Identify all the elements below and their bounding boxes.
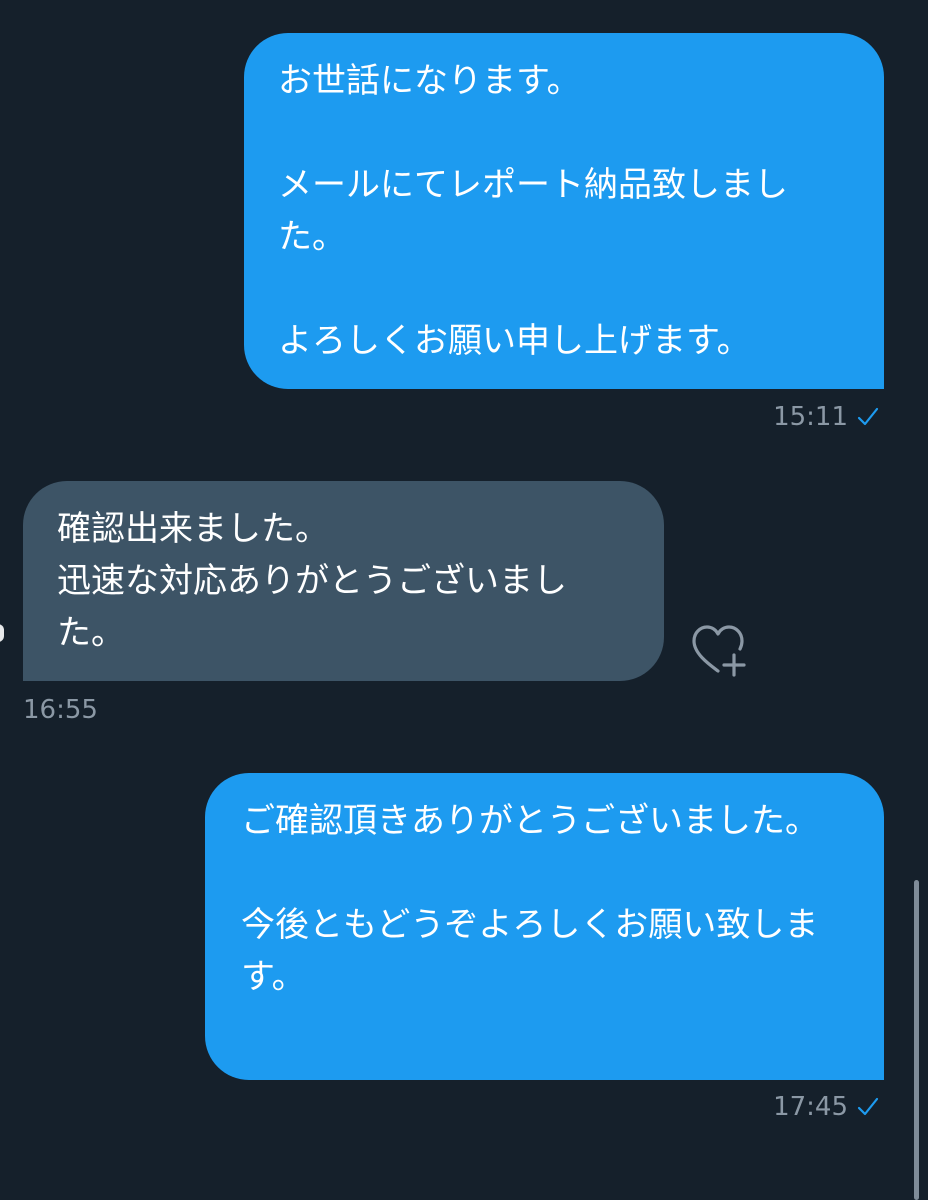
message-text: ご確認頂きありがとうございました。 今後ともどうぞよろしくお願い致します。 (241, 801, 819, 997)
message-text: 確認出来ました。 迅速な対応ありがとうございました。 (57, 509, 567, 653)
incoming-message-bubble[interactable]: 確認出来ました。 迅速な対応ありがとうございました。 (23, 481, 664, 681)
message-timestamp: 16:55 (23, 695, 98, 725)
scrollbar[interactable] (914, 880, 919, 1200)
message-timestamp: 17:45 (773, 1092, 848, 1122)
avatar[interactable] (0, 624, 4, 642)
message-meta: 16:55 (23, 695, 98, 725)
add-reaction-button[interactable] (688, 622, 752, 678)
message-meta: 17:45 (773, 1092, 880, 1122)
heart-plus-icon (692, 625, 746, 677)
outgoing-message-bubble[interactable]: お世話になります。 メールにてレポート納品致しました。 よろしくお願い申し上げま… (244, 33, 884, 389)
message-text: お世話になります。 メールにてレポート納品致しました。 よろしくお願い申し上げま… (278, 61, 788, 361)
check-icon (857, 407, 879, 426)
outgoing-message-bubble[interactable]: ご確認頂きありがとうございました。 今後ともどうぞよろしくお願い致します。 (205, 773, 884, 1080)
message-timestamp: 15:11 (773, 402, 848, 432)
check-icon (857, 1097, 879, 1116)
message-meta: 15:11 (773, 402, 880, 432)
